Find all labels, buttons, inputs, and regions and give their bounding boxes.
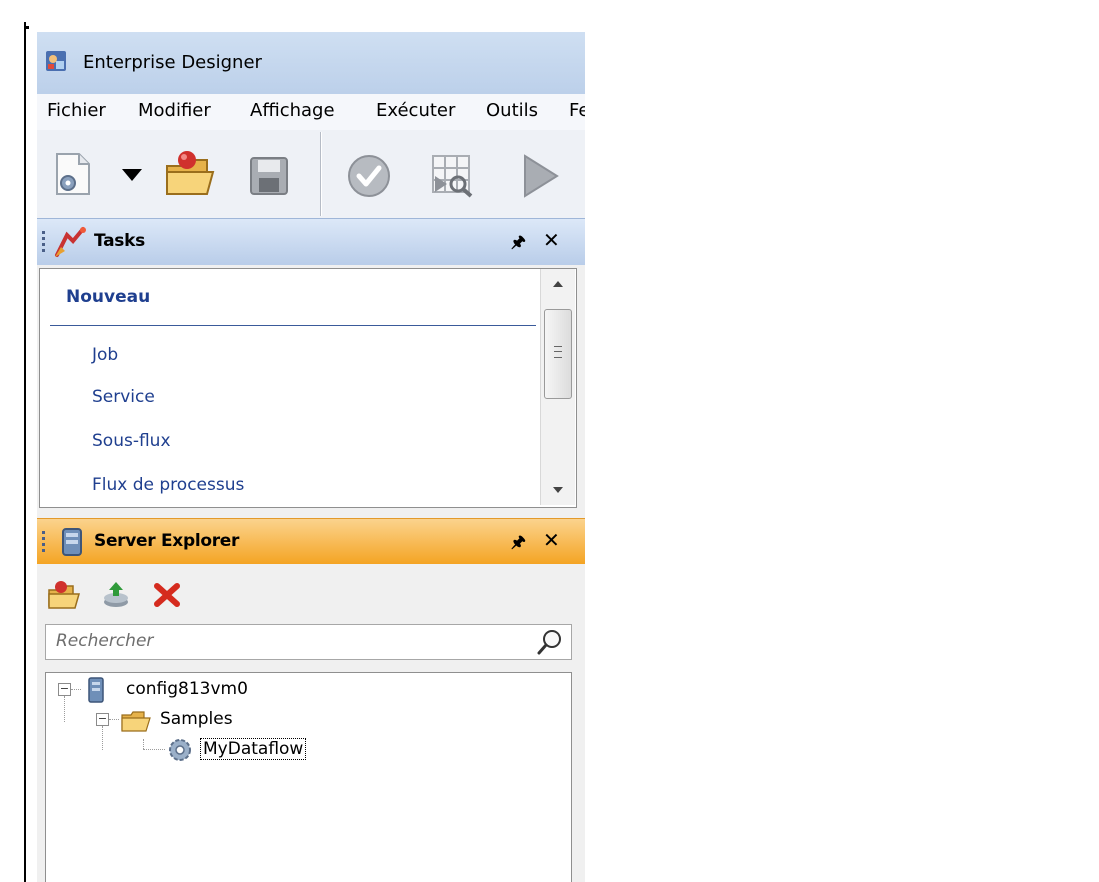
tasks-scrollbar[interactable] [540, 269, 575, 505]
menu-executer[interactable]: Exécuter [376, 100, 455, 121]
main-toolbar [37, 130, 585, 218]
task-link-job[interactable]: Job [92, 345, 118, 365]
validate-icon[interactable] [347, 154, 391, 198]
tasks-section-heading: Nouveau [66, 287, 151, 307]
tasks-panel-title: Tasks [94, 231, 145, 251]
search-input[interactable] [54, 630, 518, 652]
tree-connector [102, 726, 103, 750]
dropdown-arrow-icon[interactable] [121, 168, 143, 182]
tree-connector [71, 689, 81, 690]
server-tree: − config813vm0 − Samples MyDataflow [45, 672, 572, 882]
thumb-grip-icon [554, 346, 562, 358]
tasks-panel-body: Nouveau Job Service Sous-flux Flux de pr… [39, 268, 577, 508]
dataflow-gear-icon [169, 739, 191, 761]
tree-connector [109, 719, 119, 720]
search-box [45, 624, 572, 660]
menu-modifier[interactable]: Modifier [138, 100, 211, 121]
toolbar-separator [320, 132, 322, 216]
scroll-down-icon[interactable] [541, 475, 575, 505]
close-icon[interactable]: ✕ [543, 528, 560, 552]
tree-node-server[interactable]: config813vm0 [126, 679, 248, 699]
new-icon[interactable] [53, 150, 93, 198]
tree-connector [143, 739, 144, 749]
save-icon[interactable] [249, 156, 289, 196]
folder-icon [121, 711, 151, 732]
server-explorer-icon [62, 528, 82, 556]
task-link-service[interactable]: Service [92, 387, 155, 407]
task-link-sous-flux[interactable]: Sous-flux [92, 431, 171, 451]
tasks-grip-handle[interactable] [42, 231, 45, 253]
server-explorer-header: Server Explorer 🖈︎ ✕ [37, 518, 585, 565]
menu-bar: Fichier Modifier Affichage Exécuter Outi… [37, 94, 585, 130]
menu-fenetre[interactable]: Fe [569, 100, 585, 121]
window-title: Enterprise Designer [83, 52, 262, 73]
server-explorer-title: Server Explorer [94, 531, 240, 551]
app-logo-icon [46, 51, 66, 71]
scroll-up-icon[interactable] [541, 269, 575, 299]
title-bar: Enterprise Designer [37, 32, 585, 94]
search-icon[interactable] [536, 628, 564, 656]
inspect-icon[interactable] [429, 152, 477, 200]
tree-connector [143, 749, 165, 750]
open-folder-icon[interactable] [47, 580, 81, 610]
tasks-panel-header: Tasks 🖈︎ ✕ [37, 218, 585, 265]
server-icon [88, 677, 104, 703]
pin-icon[interactable]: 🖈︎ [511, 531, 526, 558]
server-explorer-grip-handle[interactable] [42, 531, 45, 553]
enterprise-designer-window: Enterprise Designer Fichier Modifier Aff… [37, 32, 585, 882]
collapse-toggle-samples[interactable]: − [96, 713, 109, 726]
corner-mark [26, 26, 29, 29]
tree-connector [64, 696, 65, 722]
tasks-icon [55, 227, 86, 257]
tree-node-mydataflow[interactable]: MyDataflow [200, 738, 307, 760]
refresh-server-icon[interactable] [101, 580, 131, 610]
menu-fichier[interactable]: Fichier [47, 100, 106, 121]
server-explorer-toolbar [37, 564, 585, 620]
task-link-flux-de-processus[interactable]: Flux de processus [92, 475, 244, 495]
menu-outils[interactable]: Outils [486, 100, 538, 121]
pin-icon[interactable]: 🖈︎ [511, 231, 526, 258]
tasks-divider [50, 325, 536, 326]
open-folder-icon[interactable] [163, 148, 217, 200]
menu-affichage[interactable]: Affichage [250, 100, 335, 121]
close-icon[interactable]: ✕ [543, 228, 560, 252]
page-left-border [24, 22, 26, 882]
delete-icon[interactable] [153, 582, 181, 608]
run-icon[interactable] [521, 154, 561, 198]
scroll-thumb[interactable] [544, 309, 572, 399]
tree-node-samples[interactable]: Samples [160, 709, 233, 729]
collapse-toggle-server[interactable]: − [58, 683, 71, 696]
